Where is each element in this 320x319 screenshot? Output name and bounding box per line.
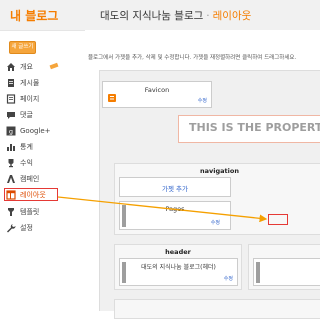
layout-description: 블로그에서 가젯을 추가, 삭제 및 수정합니다. 가젯을 재정렬하려면 클릭하… [88,55,297,61]
sidebar-item-label: 레이아웃 [20,190,46,199]
edit-link-highlight [268,214,288,225]
sidebar-item-label: 수익 [20,158,33,167]
blogger-logo-icon [108,94,116,102]
layout-icon [6,189,16,200]
sidebar-item-posts[interactable]: 게시물 [6,76,78,89]
sidebar-item-label: 캠페인 [20,174,40,183]
sidebar-item-label: 게시물 [20,78,40,87]
sidebar-item-overview[interactable]: 개요 [6,60,78,73]
favicon-edit-link[interactable]: 수정 [198,97,207,104]
wrench-icon [6,223,16,233]
sidebar-item-campaigns[interactable]: 캠페인 [6,172,78,185]
drag-handle[interactable] [122,205,126,227]
sidebar-item-label: 템플릿 [20,207,40,216]
comment-icon [6,110,16,120]
header-edit-link[interactable]: 수정 [224,275,233,282]
sidebar: 새 글쓰기 개요 게시물 페이지 댓글 g Google+ 통계 수익 캠페인 … [0,30,85,308]
section-name: 레이아웃 [212,10,252,22]
blog-name[interactable]: 대도의 지식나눔 블로그 [100,10,203,22]
gadget-title: 대도의 지식나눔 블로그(헤더) [141,264,216,271]
sidebar-item-label: Google+ [20,126,51,135]
top-bar: 내 블로그 대도의 지식나눔 블로그 · 레이아웃 [0,0,320,31]
header-section: header 대도의 지식나눔 블로그(헤더) 수정 [114,244,242,290]
section-title: navigation [200,167,239,175]
sidebar-item-pages[interactable]: 페이지 [6,92,78,105]
sidebar-item-label: 설정 [20,223,33,232]
sidebar-item-earnings[interactable]: 수익 [6,156,78,169]
sidebar-item-layout[interactable]: 레이아웃 [4,188,58,201]
pages-edit-link[interactable]: 수정 [211,219,220,226]
header-image-banner: THIS IS THE PROPERTY OF [178,115,320,143]
gadget-title: Pages [165,205,185,213]
document-icon [6,78,16,88]
google-plus-icon: g [6,126,16,136]
sidebar-item-label: 개요 [20,62,33,71]
favicon-gadget[interactable]: Favicon 수정 [102,81,212,108]
campaign-icon [6,174,16,184]
svg-text:g: g [9,127,13,135]
trophy-icon [6,158,16,168]
page-title: 대도의 지식나눔 블로그 · 레이아웃 [100,8,251,23]
sidebar-item-google-plus[interactable]: g Google+ [6,124,78,137]
drag-handle[interactable] [256,262,260,283]
drag-handle[interactable] [122,262,126,283]
right-section [248,244,320,290]
sidebar-item-label: 통계 [20,142,33,151]
page-icon [6,93,16,104]
sidebar-item-comments[interactable]: 댓글 [6,108,78,121]
sidebar-item-settings[interactable]: 설정 [6,221,78,234]
template-icon [6,207,16,217]
add-gadget-link[interactable]: 가젯 추가 [120,183,230,193]
layout-canvas: Favicon 수정 THIS IS THE PROPERTY OF navig… [99,70,320,319]
sidebar-item-label: 댓글 [20,110,33,119]
bottom-section [114,299,320,319]
sidebar-item-label: 페이지 [20,94,40,103]
sidebar-item-template[interactable]: 템플릿 [6,205,78,218]
my-blog-link[interactable]: 내 블로그 [10,7,58,24]
gadget-title: Favicon [144,86,170,94]
title-separator: · [206,10,210,22]
sidebar-item-stats[interactable]: 통계 [6,140,78,153]
right-gadget[interactable] [253,258,320,286]
pages-gadget[interactable]: Pages 수정 [119,201,231,230]
home-icon [6,62,16,72]
header-gadget[interactable]: 대도의 지식나눔 블로그(헤더) 수정 [119,258,238,286]
main-content: 블로그에서 가젯을 추가, 삭제 및 수정합니다. 가젯을 재정렬하려면 클릭하… [85,30,320,319]
new-post-button[interactable]: 새 글쓰기 [9,41,36,54]
stats-icon [6,142,16,152]
add-gadget-box[interactable]: 가젯 추가 [119,177,231,197]
navigation-section: navigation 가젯 추가 Pages 수정 [114,163,320,235]
section-title: header [165,248,191,256]
